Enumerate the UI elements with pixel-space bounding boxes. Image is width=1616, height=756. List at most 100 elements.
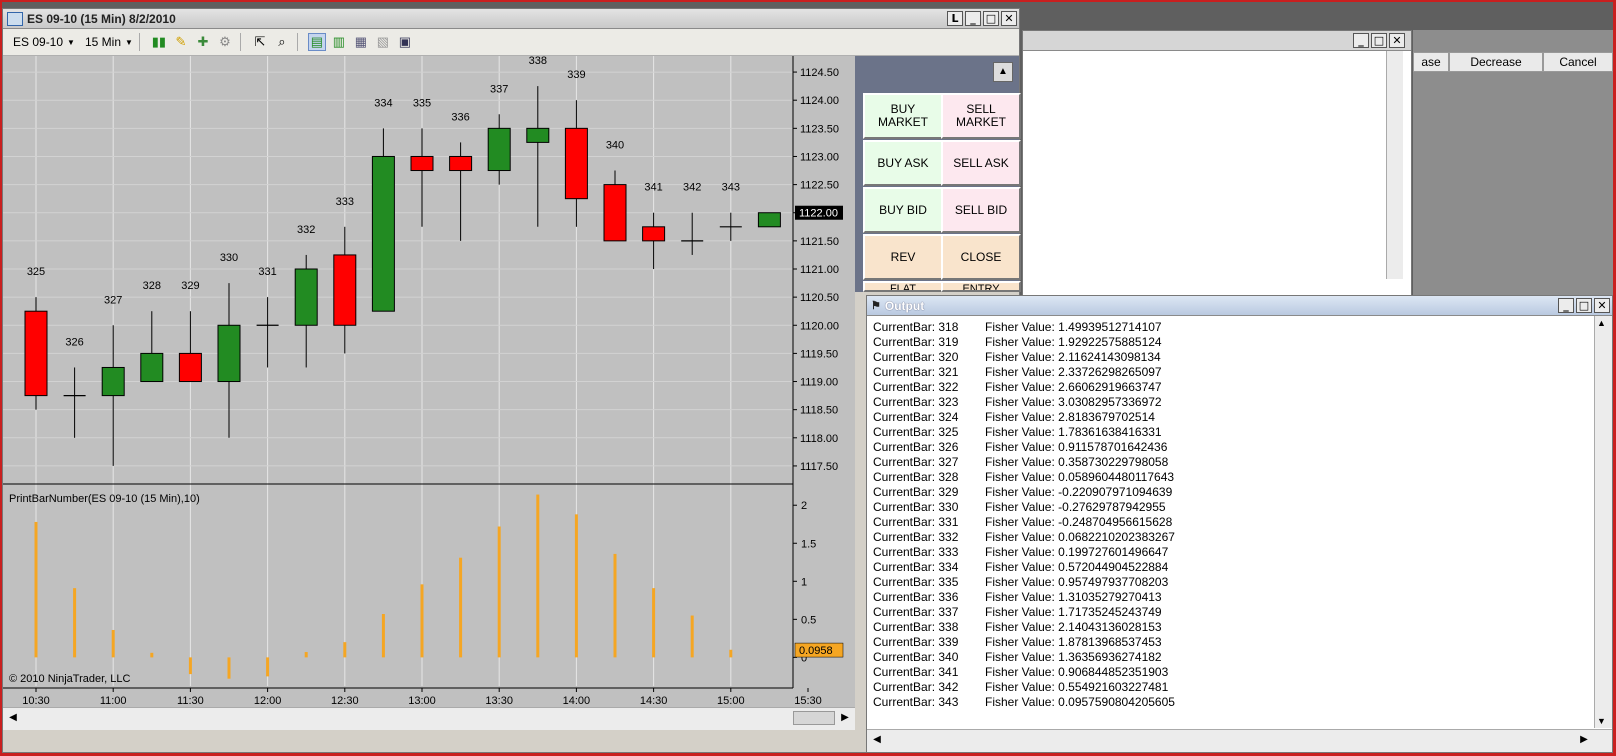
candlestick-icon[interactable]: ▮▮: [150, 33, 168, 51]
indicator-bar: [574, 514, 578, 658]
close-icon[interactable]: ✕: [1594, 298, 1610, 313]
candle-body: [564, 127, 588, 200]
current-bar-text: CurrentBar: 330: [873, 500, 959, 514]
fisher-value-text: Fisher Value: 0.0589604480117643: [985, 470, 1175, 484]
fisher-value-text: Fisher Value: 1.78361638416331: [985, 425, 1162, 439]
indicator-bar: [227, 657, 231, 679]
scroll-right-icon[interactable]: ▶: [1576, 732, 1592, 748]
link-icon[interactable]: L: [947, 11, 963, 26]
current-bar-text: CurrentBar: 320: [873, 350, 959, 364]
grid-header-decrease[interactable]: Decrease: [1449, 52, 1543, 72]
candle-body: [101, 366, 125, 397]
current-bar-text: CurrentBar: 332: [873, 530, 959, 544]
reverse-button[interactable]: REV: [863, 234, 943, 280]
sell-ask-button[interactable]: SELL ASK: [941, 140, 1021, 186]
bar-number-label: 338: [529, 56, 547, 67]
candle-body: [294, 268, 318, 326]
y-tick-label: 0.5: [801, 614, 816, 626]
current-bar-text: CurrentBar: 321: [873, 365, 959, 379]
background-window-titlebar: _ □ ✕: [1023, 31, 1411, 51]
scroll-down-icon[interactable]: ▼: [1597, 716, 1606, 726]
maximize-icon[interactable]: □: [1371, 33, 1387, 48]
zoom-icon[interactable]: ⌕: [273, 33, 291, 51]
chart-area[interactable]: 1124.50 1124.00 1123.50 1123.00 1122.50 1122.…: [3, 56, 855, 730]
indicator-bar: [73, 588, 77, 658]
current-bar-text: CurrentBar: 318: [873, 320, 959, 334]
current-bar-text: CurrentBar: 326: [873, 440, 959, 454]
scroll-up-icon[interactable]: ▲: [993, 62, 1013, 82]
y-tick-label: 1124.00: [800, 95, 839, 107]
grid-header-cancel[interactable]: Cancel: [1543, 52, 1613, 72]
bar-number-label: 334: [374, 97, 392, 109]
output-line: CurrentBar: 335 Fisher Value: 0.957497937…: [873, 575, 1175, 590]
chart-horizontal-scrollbar[interactable]: ◀ ▶: [3, 707, 855, 730]
y-tick-label: 1122.50: [800, 180, 839, 192]
sell-bid-button[interactable]: SELL BID: [941, 187, 1021, 233]
indicator-bar: [497, 526, 501, 658]
copyright-text: © 2010 NinjaTrader, LLC: [9, 673, 130, 685]
output-line: CurrentBar: 320 Fisher Value: 2.116241430…: [873, 350, 1175, 365]
minimize-icon[interactable]: _: [1353, 33, 1369, 48]
output-text[interactable]: CurrentBar: 318 Fisher Value: 1.499395127…: [873, 320, 1175, 710]
add-indicator-icon[interactable]: ✚: [194, 33, 212, 51]
properties-icon[interactable]: ▣: [396, 33, 414, 51]
scroll-left-icon[interactable]: ◀: [869, 732, 885, 748]
scroll-thumb[interactable]: [793, 711, 835, 725]
output-line: CurrentBar: 338 Fisher Value: 2.140431360…: [873, 620, 1175, 635]
bar-type-icon[interactable]: ▥: [330, 33, 348, 51]
close-position-button[interactable]: CLOSE: [941, 234, 1021, 280]
instrument-selector[interactable]: ES 09-10 ▼: [13, 35, 75, 49]
fisher-value-text: Fisher Value: 0.0957590804205605: [985, 695, 1175, 709]
output-horizontal-scrollbar[interactable]: ◀ ▶: [867, 729, 1612, 752]
data-box-icon[interactable]: ▦: [352, 33, 370, 51]
x-tick-label: 14:30: [640, 695, 668, 707]
x-tick-label: 13:00: [408, 695, 436, 707]
chart-trader-icon[interactable]: ▤: [307, 33, 326, 51]
maximize-icon[interactable]: □: [1576, 298, 1592, 313]
bar-number-label: 328: [143, 280, 161, 292]
desktop-edge-top: [0, 0, 1616, 2]
entry-button[interactable]: ENTRY: [941, 281, 1021, 292]
interval-selector[interactable]: 15 Min ▼: [85, 35, 133, 49]
y-tick-label: 1121.00: [800, 264, 839, 276]
candle-body: [487, 127, 511, 172]
close-icon[interactable]: ✕: [1001, 11, 1017, 26]
y-tick-label: 2: [801, 500, 807, 512]
candle-body: [24, 310, 48, 397]
output-vertical-scrollbar[interactable]: ▲ ▼: [1594, 316, 1612, 728]
instrument-label: ES 09-10: [13, 35, 64, 49]
minimize-icon[interactable]: _: [1558, 298, 1574, 313]
scroll-left-icon[interactable]: ◀: [5, 710, 21, 726]
buy-ask-button[interactable]: BUY ASK: [863, 140, 943, 186]
maximize-icon[interactable]: □: [983, 11, 999, 26]
order-grid-panel: ase Decrease Cancel: [1413, 30, 1613, 300]
flat-button[interactable]: FLAT: [863, 281, 943, 292]
print-icon[interactable]: ▧: [374, 33, 392, 51]
buy-market-button[interactable]: BUY MARKET: [863, 93, 943, 139]
cursor-icon[interactable]: ⇱: [251, 33, 269, 51]
output-line: CurrentBar: 323 Fisher Value: 3.030829573…: [873, 395, 1175, 410]
strategy-icon[interactable]: ⚙: [216, 33, 234, 51]
chart-app-icon: [7, 11, 23, 26]
scroll-up-icon[interactable]: ▲: [1597, 318, 1606, 328]
candle-body: [333, 254, 357, 326]
output-window-title: Output: [884, 298, 925, 313]
sell-market-button[interactable]: SELL MARKET: [941, 93, 1021, 139]
buy-bid-button[interactable]: BUY BID: [863, 187, 943, 233]
toolbar-separator: [296, 33, 298, 51]
minimize-icon[interactable]: _: [965, 11, 981, 26]
price-chart[interactable]: 1124.50 1124.00 1123.50 1123.00 1122.50 1122.…: [3, 56, 855, 708]
output-line: CurrentBar: 321 Fisher Value: 2.337262982…: [873, 365, 1175, 380]
chevron-down-icon: ▼: [125, 37, 133, 47]
pencil-icon[interactable]: ✎: [172, 33, 190, 51]
bar-number-label: 337: [490, 83, 508, 95]
scroll-right-icon[interactable]: ▶: [837, 710, 853, 726]
current-bar-text: CurrentBar: 343: [873, 695, 959, 709]
candle-body: [140, 352, 164, 383]
current-bar-text: CurrentBar: 333: [873, 545, 959, 559]
x-tick-label: 13:30: [485, 695, 513, 707]
grid-header-partial[interactable]: ase: [1413, 52, 1449, 72]
background-window-scrollbar[interactable]: [1386, 51, 1403, 279]
close-icon[interactable]: ✕: [1389, 33, 1405, 48]
indicator-bar: [536, 494, 540, 658]
